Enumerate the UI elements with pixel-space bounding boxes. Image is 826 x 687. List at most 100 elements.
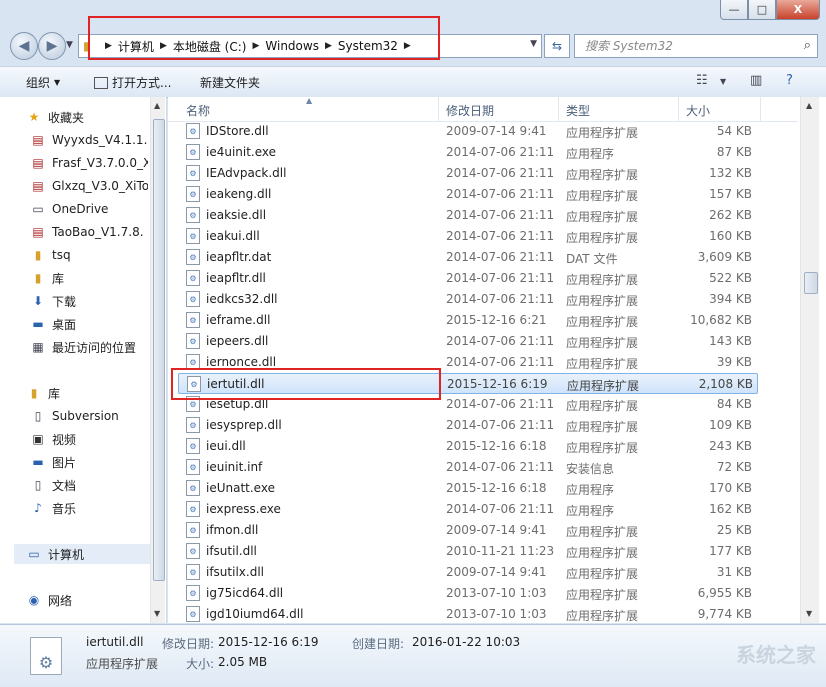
table-row[interactable]: ⚙ ieapfltr.dll 2014-07-06 21:11 应用程序扩展 522 K…: [178, 268, 758, 289]
table-row[interactable]: ⚙ ifsutilx.dll 2009-07-14 9:41 应用程序扩展 31 KB: [178, 562, 758, 583]
search-box[interactable]: ⌕: [574, 34, 818, 58]
sidebar-item-downloads[interactable]: ⬇ 下载: [30, 291, 148, 311]
column-size[interactable]: 大小: [686, 102, 710, 119]
column-divider[interactable]: [558, 97, 559, 121]
scroll-up-icon[interactable]: ▲: [154, 101, 160, 110]
file-name[interactable]: ieapfltr.dll: [206, 271, 266, 285]
new-folder-button[interactable]: 新建文件夹: [200, 74, 260, 91]
file-name[interactable]: ie4uinit.exe: [206, 145, 276, 159]
sidebar-item-videos[interactable]: ▣ 视频: [30, 429, 148, 449]
minimize-button[interactable]: —: [720, 0, 748, 20]
table-row[interactable]: ⚙ ieapfltr.dat 2014-07-06 21:11 DAT 文件 3,609…: [178, 247, 758, 268]
file-name[interactable]: ifsutilx.dll: [206, 565, 264, 579]
table-row[interactable]: ⚙ ifmon.dll 2009-07-14 9:41 应用程序扩展 25 KB: [178, 520, 758, 541]
table-row[interactable]: ⚙ ieakui.dll 2014-07-06 21:11 应用程序扩展 160 KB: [178, 226, 758, 247]
sidebar-item-music[interactable]: ♪ 音乐: [30, 498, 148, 518]
table-row[interactable]: ⚙ ieframe.dll 2015-12-16 6:21 应用程序扩展 10,682 …: [178, 310, 758, 331]
sidebar-libraries[interactable]: ▮ 库: [26, 383, 144, 403]
column-date[interactable]: 修改日期: [446, 102, 494, 119]
sidebar-item-pictures[interactable]: ▬ 图片: [30, 452, 148, 472]
scrollbar-thumb[interactable]: [153, 119, 165, 581]
file-name[interactable]: igd10iumd64.dll: [206, 607, 303, 621]
table-row[interactable]: ⚙ ieakeng.dll 2014-07-06 21:11 应用程序扩展 157 KB: [178, 184, 758, 205]
file-type: 应用程序扩展: [566, 126, 639, 140]
organize-button[interactable]: 组织 ▼: [26, 74, 60, 91]
sidebar-item-frasf[interactable]: ▤ Frasf_V3.7.0.0_X: [30, 153, 148, 173]
table-row[interactable]: ⚙ igd10iumd64.dll 2013-07-10 1:03 应用程序扩展 9,7…: [178, 604, 758, 625]
close-button[interactable]: X: [776, 0, 820, 20]
modified-label: 修改日期:: [162, 637, 215, 651]
file-name[interactable]: iesysprep.dll: [206, 418, 282, 432]
table-row[interactable]: ⚙ iepeers.dll 2014-07-06 21:11 应用程序扩展 143 KB: [178, 331, 758, 352]
table-row[interactable]: ⚙ IDStore.dll 2009-07-14 9:41 应用程序扩展 54 KB: [178, 121, 758, 142]
file-name[interactable]: ieaksie.dll: [206, 208, 266, 222]
file-name[interactable]: ifmon.dll: [206, 523, 258, 537]
file-name[interactable]: IEAdvpack.dll: [206, 166, 286, 180]
sidebar-item-glxzq[interactable]: ▤ Glxzq_V3.0_XiTo: [30, 176, 148, 196]
column-type[interactable]: 类型: [566, 102, 590, 119]
table-row[interactable]: ⚙ iesysprep.dll 2014-07-06 21:11 应用程序扩展 109 …: [178, 415, 758, 436]
scroll-up-icon[interactable]: ▲: [806, 101, 812, 110]
window-icon: [94, 76, 108, 89]
chevron-down-icon[interactable]: ▼: [530, 39, 537, 49]
table-row[interactable]: ⚙ iedkcs32.dll 2014-07-06 21:11 应用程序扩展 394 K…: [178, 289, 758, 310]
preview-pane-icon[interactable]: ▥: [750, 73, 762, 88]
table-row[interactable]: ⚙ ieUnatt.exe 2015-12-16 6:18 应用程序 170 KB: [178, 478, 758, 499]
table-row[interactable]: ⚙ ig75icd64.dll 2013-07-10 1:03 应用程序扩展 6,955…: [178, 583, 758, 604]
file-name[interactable]: iedkcs32.dll: [206, 292, 278, 306]
scrollbar-thumb[interactable]: [804, 272, 818, 294]
file-name[interactable]: ieUnatt.exe: [206, 481, 275, 495]
file-name[interactable]: ifsutil.dll: [206, 544, 257, 558]
sidebar-item-onedrive[interactable]: ▭ OneDrive: [30, 199, 148, 219]
file-list-scrollbar[interactable]: ▲ ▼: [800, 97, 819, 623]
file-name[interactable]: iexpress.exe: [206, 502, 281, 516]
maximize-button[interactable]: □: [748, 0, 776, 20]
forward-button[interactable]: ▶: [38, 32, 66, 60]
search-icon[interactable]: ⌕: [804, 38, 811, 53]
sidebar-computer[interactable]: ▭ 计算机: [14, 544, 161, 564]
table-row[interactable]: ⚙ IEAdvpack.dll 2014-07-06 21:11 应用程序扩展 132 …: [178, 163, 758, 184]
column-divider[interactable]: [760, 97, 761, 121]
details-file-name: iertutil.dll: [86, 635, 144, 649]
sidebar-item-desktop[interactable]: ▬ 桌面: [30, 314, 148, 334]
table-row[interactable]: ⚙ iexpress.exe 2014-07-06 21:11 应用程序 162 KB: [178, 499, 758, 520]
scroll-down-icon[interactable]: ▼: [806, 609, 812, 618]
sidebar-item-recent[interactable]: ▦ 最近访问的位置: [30, 337, 148, 357]
table-row[interactable]: ⚙ ie4uinit.exe 2014-07-06 21:11 应用程序 87 KB: [178, 142, 758, 163]
table-row[interactable]: ⚙ ifsutil.dll 2010-11-21 11:23 应用程序扩展 177 KB: [178, 541, 758, 562]
sidebar-item-subversion[interactable]: ▯ Subversion: [30, 406, 148, 426]
scroll-down-icon[interactable]: ▼: [154, 609, 160, 618]
refresh-button[interactable]: ⇆: [544, 34, 570, 58]
file-name[interactable]: ieakeng.dll: [206, 187, 271, 201]
file-name[interactable]: ieuinit.inf: [206, 460, 262, 474]
chevron-down-icon[interactable]: ▼: [720, 77, 726, 86]
table-row[interactable]: ⚙ ieaksie.dll 2014-07-06 21:11 应用程序扩展 262 KB: [178, 205, 758, 226]
sidebar-item-taobao[interactable]: ▤ TaoBao_V1.7.8.: [30, 222, 148, 242]
recent-pages-dropdown[interactable]: ▼: [66, 40, 73, 50]
sidebar-network[interactable]: ◉ 网络: [26, 590, 144, 610]
back-button[interactable]: ◀: [10, 32, 38, 60]
file-name[interactable]: ieframe.dll: [206, 313, 270, 327]
file-name[interactable]: ieapfltr.dat: [206, 250, 271, 264]
file-name[interactable]: IDStore.dll: [206, 124, 269, 138]
file-name[interactable]: iernonce.dll: [206, 355, 276, 369]
file-name[interactable]: ig75icd64.dll: [206, 586, 283, 600]
help-icon[interactable]: ?: [786, 73, 793, 88]
column-divider[interactable]: [438, 97, 439, 121]
file-name[interactable]: iepeers.dll: [206, 334, 268, 348]
table-row[interactable]: ⚙ ieui.dll 2015-12-16 6:18 应用程序扩展 243 KB: [178, 436, 758, 457]
search-input[interactable]: [583, 38, 797, 54]
sidebar-item-tsq[interactable]: ▮ tsq: [30, 245, 148, 265]
view-options-icon[interactable]: ☷: [696, 73, 708, 88]
sidebar-item-documents[interactable]: ▯ 文档: [30, 475, 148, 495]
file-name[interactable]: ieakui.dll: [206, 229, 260, 243]
sidebar-favorites[interactable]: ★ 收藏夹: [26, 107, 144, 127]
table-row[interactable]: ⚙ ieuinit.inf 2014-07-06 21:11 安装信息 72 KB: [178, 457, 758, 478]
sidebar-item-wyyxds[interactable]: ▤ Wyyxds_V4.1.1.1: [30, 130, 148, 150]
sidebar-item-library[interactable]: ▮ 库: [30, 268, 148, 288]
open-with-button[interactable]: 打开方式...: [94, 74, 171, 91]
file-name[interactable]: ieui.dll: [206, 439, 246, 453]
navigation-scrollbar[interactable]: ▲ ▼: [150, 97, 165, 623]
column-divider[interactable]: [678, 97, 679, 121]
column-name[interactable]: 名称: [186, 102, 210, 119]
